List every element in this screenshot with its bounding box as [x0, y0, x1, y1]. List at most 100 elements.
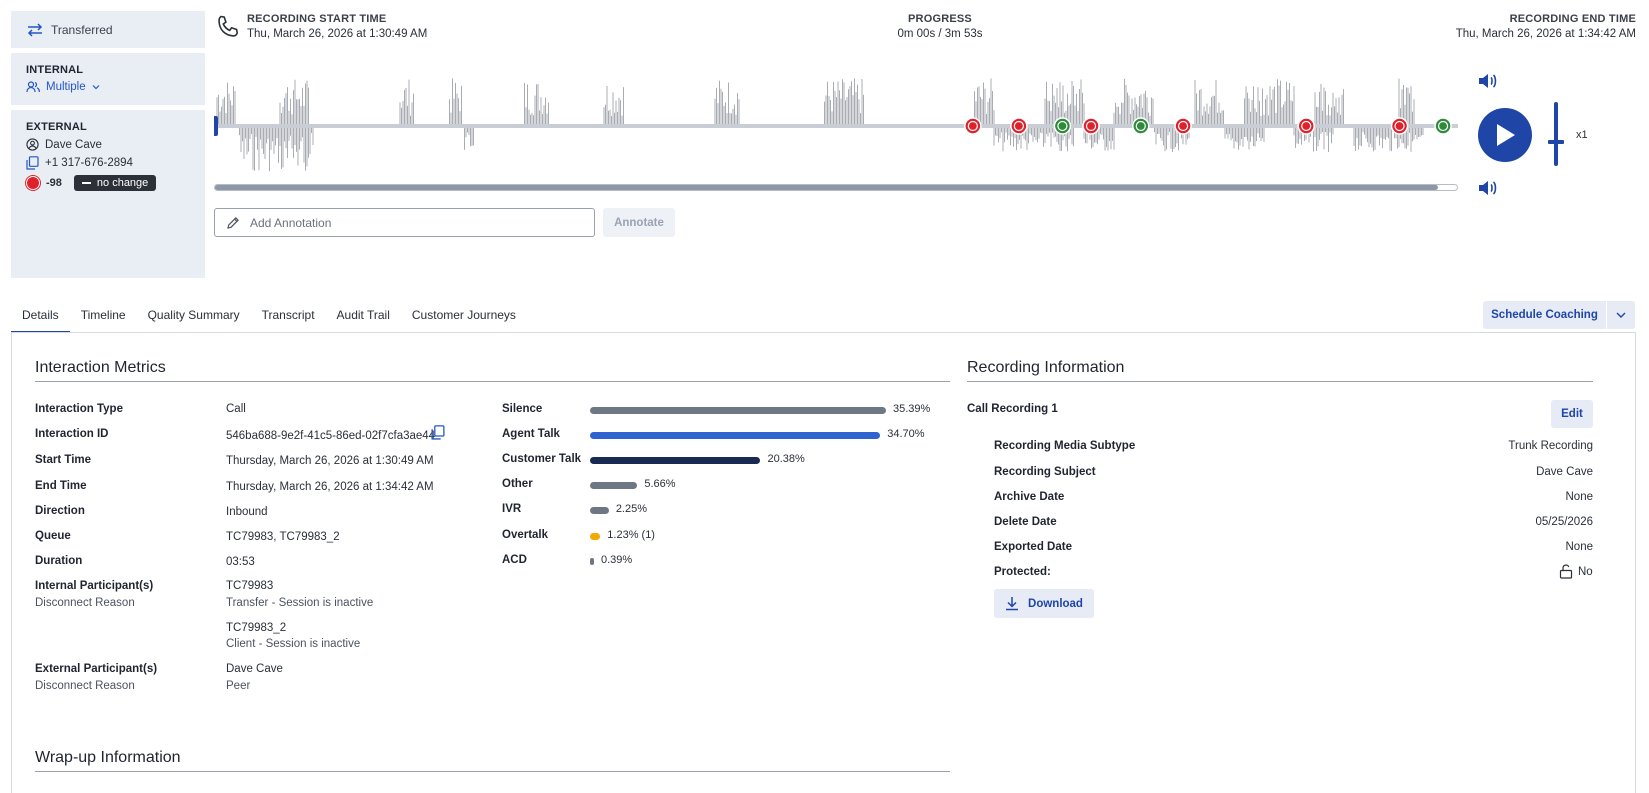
field-label: Queue — [35, 530, 71, 542]
breakdown-label: Silence — [502, 403, 543, 415]
breakdown-bar — [590, 558, 594, 565]
internal-participants-dropdown[interactable]: Multiple — [26, 81, 205, 93]
sentiment-marker-negative — [1082, 117, 1100, 135]
recording-field-value: 05/25/2026 — [1535, 516, 1593, 528]
download-icon — [1006, 597, 1019, 611]
sentiment-marker-positive — [1434, 117, 1452, 135]
breakdown-percent: 20.38% — [767, 453, 805, 465]
sentiment-marker-negative — [1174, 117, 1192, 135]
internal-heading: INTERNAL — [26, 64, 84, 76]
external-participants-label: External Participant(s) — [35, 663, 158, 675]
recording-field-value: Trunk Recording — [1508, 440, 1593, 452]
users-icon — [26, 81, 40, 93]
field-label: Duration — [35, 555, 83, 567]
playback-buffer-fill — [215, 185, 1439, 190]
speaker-icon-customer[interactable] — [1476, 177, 1498, 199]
recording-field-label: Delete Date — [994, 516, 1057, 528]
recording-end: RECORDING END TIME Thu, March 26, 2026 a… — [1400, 13, 1636, 40]
breakdown-bar — [590, 533, 601, 540]
chevron-down-icon — [92, 85, 100, 90]
external-participant-panel: EXTERNAL Dave Cave +1 317-676-2894 -98 n… — [11, 110, 205, 278]
start-time-value: Thu, March 26, 2026 at 1:30:49 AM — [247, 28, 428, 40]
dash-icon — [81, 182, 91, 184]
breakdown-percent: 35.39% — [893, 403, 931, 415]
sentiment-trend-label: no change — [96, 177, 149, 189]
field-value: Thursday, March 26, 2026 at 1:34:42 AM — [226, 481, 434, 493]
unlock-icon — [1559, 564, 1573, 579]
internal-participants-label[interactable]: Multiple — [46, 81, 86, 93]
breakdown-percent: 34.70% — [887, 428, 925, 440]
copy-icon[interactable] — [26, 156, 39, 170]
field-label: Interaction Type — [35, 403, 123, 415]
field-value: 03:53 — [226, 556, 255, 568]
tab-audit-trail[interactable]: Audit Trail — [326, 300, 401, 333]
sentiment-trend-badge: no change — [73, 175, 157, 191]
playback-speed-label: x1 — [1576, 129, 1588, 141]
download-label: Download — [1028, 597, 1083, 610]
sentiment-marker-negative — [1390, 117, 1409, 135]
detail-tabs: Details Timeline Quality Summary Transcr… — [11, 300, 527, 333]
play-button[interactable] — [1478, 108, 1532, 162]
download-button[interactable]: Download — [994, 589, 1094, 618]
external-participant-name: Dave Cave — [226, 663, 283, 675]
sentiment-marker-neutral — [1053, 117, 1072, 135]
tab-quality-summary[interactable]: Quality Summary — [137, 300, 251, 333]
field-label: Start Time — [35, 454, 92, 466]
waveform[interactable] — [214, 70, 1458, 176]
play-icon — [1497, 124, 1515, 146]
schedule-coaching-menu-button[interactable] — [1607, 301, 1635, 329]
breakdown-label: ACD — [502, 554, 527, 566]
sentiment-marker-negative — [964, 117, 982, 135]
chevron-down-icon — [1616, 312, 1626, 318]
speaker-icon-agent[interactable] — [1476, 70, 1498, 92]
wrapup-title: Wrap-up Information — [35, 749, 181, 766]
schedule-coaching-button[interactable]: Schedule Coaching — [1483, 301, 1606, 329]
playback-speed-slider[interactable] — [1548, 102, 1564, 166]
transferred-label: Transferred — [51, 22, 113, 37]
external-name: Dave Cave — [45, 138, 102, 151]
tab-transcript[interactable]: Transcript — [251, 300, 326, 333]
field-label: Interaction ID — [35, 428, 109, 440]
interaction-metrics-title: Interaction Metrics — [35, 359, 166, 376]
transferred-status: Transferred — [11, 11, 205, 48]
annotate-button[interactable]: Annotate — [603, 208, 675, 237]
field-value: TC79983, TC79983_2 — [226, 531, 340, 543]
phone-icon — [218, 15, 239, 37]
external-heading: EXTERNAL — [26, 121, 87, 133]
breakdown-bar — [590, 507, 609, 514]
transfer-icon — [27, 22, 43, 37]
recording-field-value: None — [1565, 541, 1594, 553]
external-phone: +1 317-676-2894 — [45, 157, 133, 169]
tab-customer-journeys[interactable]: Customer Journeys — [401, 300, 527, 333]
disconnect-reason-label: Disconnect Reason — [35, 680, 135, 692]
field-value: Thursday, March 26, 2026 at 1:30:49 AM — [226, 455, 434, 467]
tab-timeline[interactable]: Timeline — [70, 300, 137, 333]
breakdown-label: IVR — [502, 503, 522, 515]
annotation-field[interactable] — [214, 208, 595, 237]
recording-start: RECORDING START TIME Thu, March 26, 2026… — [247, 13, 427, 40]
progress-label: PROGRESS — [908, 13, 972, 25]
copy-icon[interactable] — [431, 425, 445, 440]
recording-field-value: None — [1565, 491, 1594, 503]
sentiment-marker-negative — [1010, 117, 1028, 135]
user-circle-icon — [26, 138, 39, 151]
recording-field-label: Archive Date — [994, 491, 1065, 503]
breakdown-percent: 5.66% — [644, 478, 676, 490]
protected-value: No — [1578, 566, 1593, 578]
progress: PROGRESS 0m 00s / 3m 53s — [860, 13, 1020, 40]
interaction-id-value: 546ba688-9e2f-41c5-86ed-02f7cfa3ae44 — [226, 430, 436, 442]
breakdown-label: Overtalk — [502, 529, 549, 541]
edit-recording-button[interactable]: Edit — [1551, 400, 1593, 428]
field-label: Direction — [35, 505, 85, 517]
breakdown-bar — [590, 457, 761, 464]
tab-details[interactable]: Details — [11, 300, 70, 333]
progress-value: 0m 00s / 3m 53s — [897, 28, 983, 40]
sentiment-marker-negative — [1297, 117, 1315, 135]
annotation-input[interactable] — [250, 215, 570, 230]
playback-scrubber[interactable] — [214, 184, 1458, 191]
end-time-label: RECORDING END TIME — [1509, 13, 1636, 25]
breakdown-label: Agent Talk — [502, 428, 560, 440]
breakdown-label: Customer Talk — [502, 453, 582, 465]
recording-field-value: Dave Cave — [1536, 466, 1593, 478]
internal-participants-label: Internal Participant(s) — [35, 580, 154, 592]
